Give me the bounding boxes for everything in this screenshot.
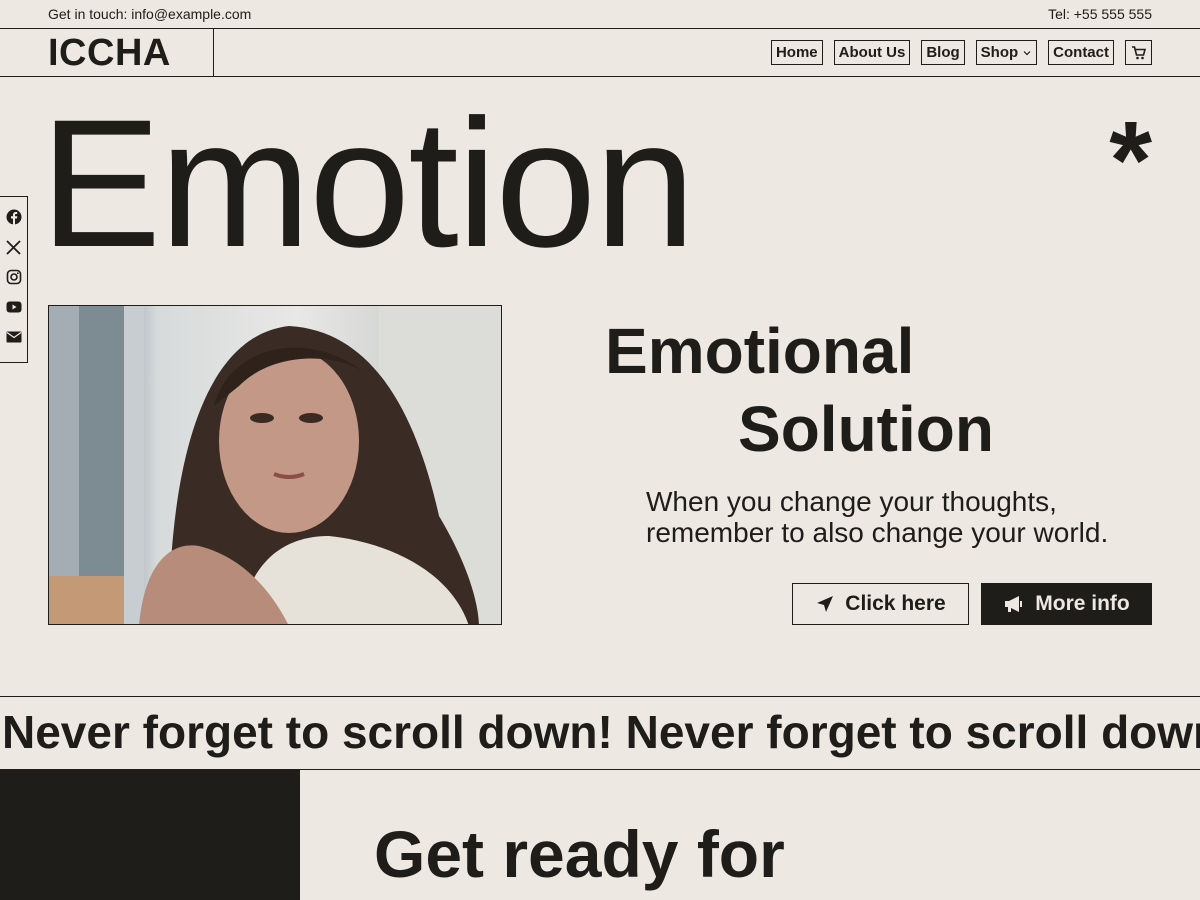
cart-button[interactable] (1125, 40, 1152, 65)
more-info-label: More info (1035, 592, 1130, 615)
location-arrow-icon (817, 596, 834, 612)
nav-about-label: About Us (838, 44, 906, 61)
chevron-down-icon (1023, 50, 1031, 55)
cart-icon (1131, 45, 1146, 59)
asterisk-decoration: * (1109, 99, 1152, 222)
instagram-icon[interactable] (6, 269, 22, 285)
nav-shop[interactable]: Shop (975, 40, 1038, 65)
nav-home[interactable]: Home (770, 40, 823, 65)
nav-about-us[interactable]: About Us (833, 40, 911, 65)
site-header: ICCHA Home About Us Blog Shop Contact (0, 29, 1200, 77)
hero-subtitle: Emotional Solution (605, 312, 994, 468)
subtitle-line-2: Solution (738, 393, 994, 465)
main-nav: Home About Us Blog Shop Contact (770, 40, 1152, 65)
contact-phone[interactable]: Tel: +55 555 555 (1048, 6, 1152, 22)
section-heading: Get ready for (374, 817, 785, 891)
youtube-icon[interactable] (6, 299, 22, 315)
click-here-label: Click here (845, 592, 946, 615)
more-info-button[interactable]: More info (981, 583, 1152, 625)
nav-contact-label: Contact (1053, 44, 1109, 61)
facebook-icon[interactable] (6, 209, 22, 225)
megaphone-icon (1005, 596, 1023, 612)
hero-tagline: When you change your thoughts, remember … (646, 486, 1109, 548)
top-bar: Get in touch: info@example.com Tel: +55 … (0, 0, 1200, 29)
nav-contact[interactable]: Contact (1048, 40, 1114, 65)
hero-title: Emotion (40, 81, 696, 285)
click-here-button[interactable]: Click here (792, 583, 969, 625)
nav-blog-label: Blog (926, 44, 960, 61)
nav-home-label: Home (775, 44, 818, 61)
hero-photo (48, 305, 502, 625)
logo-container: ICCHA (0, 29, 214, 76)
site-logo[interactable]: ICCHA (48, 32, 171, 75)
scroll-marquee: Never forget to scroll down! Never forge… (0, 696, 1200, 770)
dark-block (0, 770, 300, 900)
contact-email[interactable]: Get in touch: info@example.com (48, 6, 251, 22)
subtitle-line-1: Emotional (605, 315, 915, 387)
nav-blog[interactable]: Blog (921, 40, 965, 65)
envelope-icon[interactable] (6, 329, 22, 345)
marquee-text: Never forget to scroll down! Never forge… (2, 706, 1200, 758)
x-icon[interactable] (6, 239, 22, 255)
portrait-image (49, 306, 501, 624)
social-sidebar (0, 196, 28, 363)
nav-shop-label: Shop (980, 44, 1019, 61)
